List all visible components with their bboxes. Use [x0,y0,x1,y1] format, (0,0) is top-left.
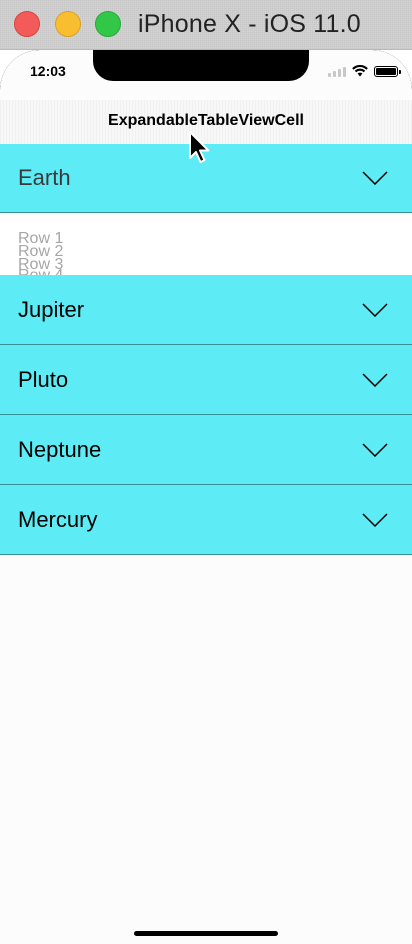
zoom-window-button[interactable] [95,11,121,37]
status-icons [328,64,401,78]
chevron-down-icon [362,442,388,457]
table-view: Earth Row 1 Row 2 Row 3 Row 4 Jupiter Pl… [0,144,412,555]
minimize-window-button[interactable] [55,11,81,37]
expanded-rows-earth: Row 1 Row 2 Row 3 Row 4 [0,213,412,275]
chevron-down-icon [362,372,388,387]
wifi-icon [352,65,368,77]
section-label: Pluto [18,366,69,392]
section-label: Mercury [18,506,98,532]
mouse-cursor-icon [189,131,210,163]
chevron-down-icon [362,302,388,317]
signal-icon [328,66,346,77]
section-header-pluto[interactable]: Pluto [0,345,412,415]
chevron-down-icon [362,512,388,527]
section-header-mercury[interactable]: Mercury [0,485,412,555]
section-label: Jupiter [18,296,85,322]
status-time: 12:03 [30,63,66,79]
device-screen: 12:03 ExpandableTableViewCell Earth Row … [0,50,412,944]
chevron-down-icon [362,171,388,185]
window-title: iPhone X - iOS 11.0 [138,10,361,38]
device-frame: 12:03 ExpandableTableViewCell Earth Row … [0,50,412,944]
section-header-jupiter[interactable]: Jupiter [0,275,412,345]
nav-title: ExpandableTableViewCell [108,112,304,129]
section-header-neptune[interactable]: Neptune [0,415,412,485]
list-item[interactable]: Row 4 [18,268,63,275]
section-label: Neptune [18,436,102,462]
home-indicator[interactable] [134,931,278,936]
section-label: Earth [18,165,71,190]
close-window-button[interactable] [14,11,40,37]
battery-icon [374,65,401,77]
simulator-titlebar: iPhone X - iOS 11.0 [0,0,412,50]
device-notch [93,50,309,81]
